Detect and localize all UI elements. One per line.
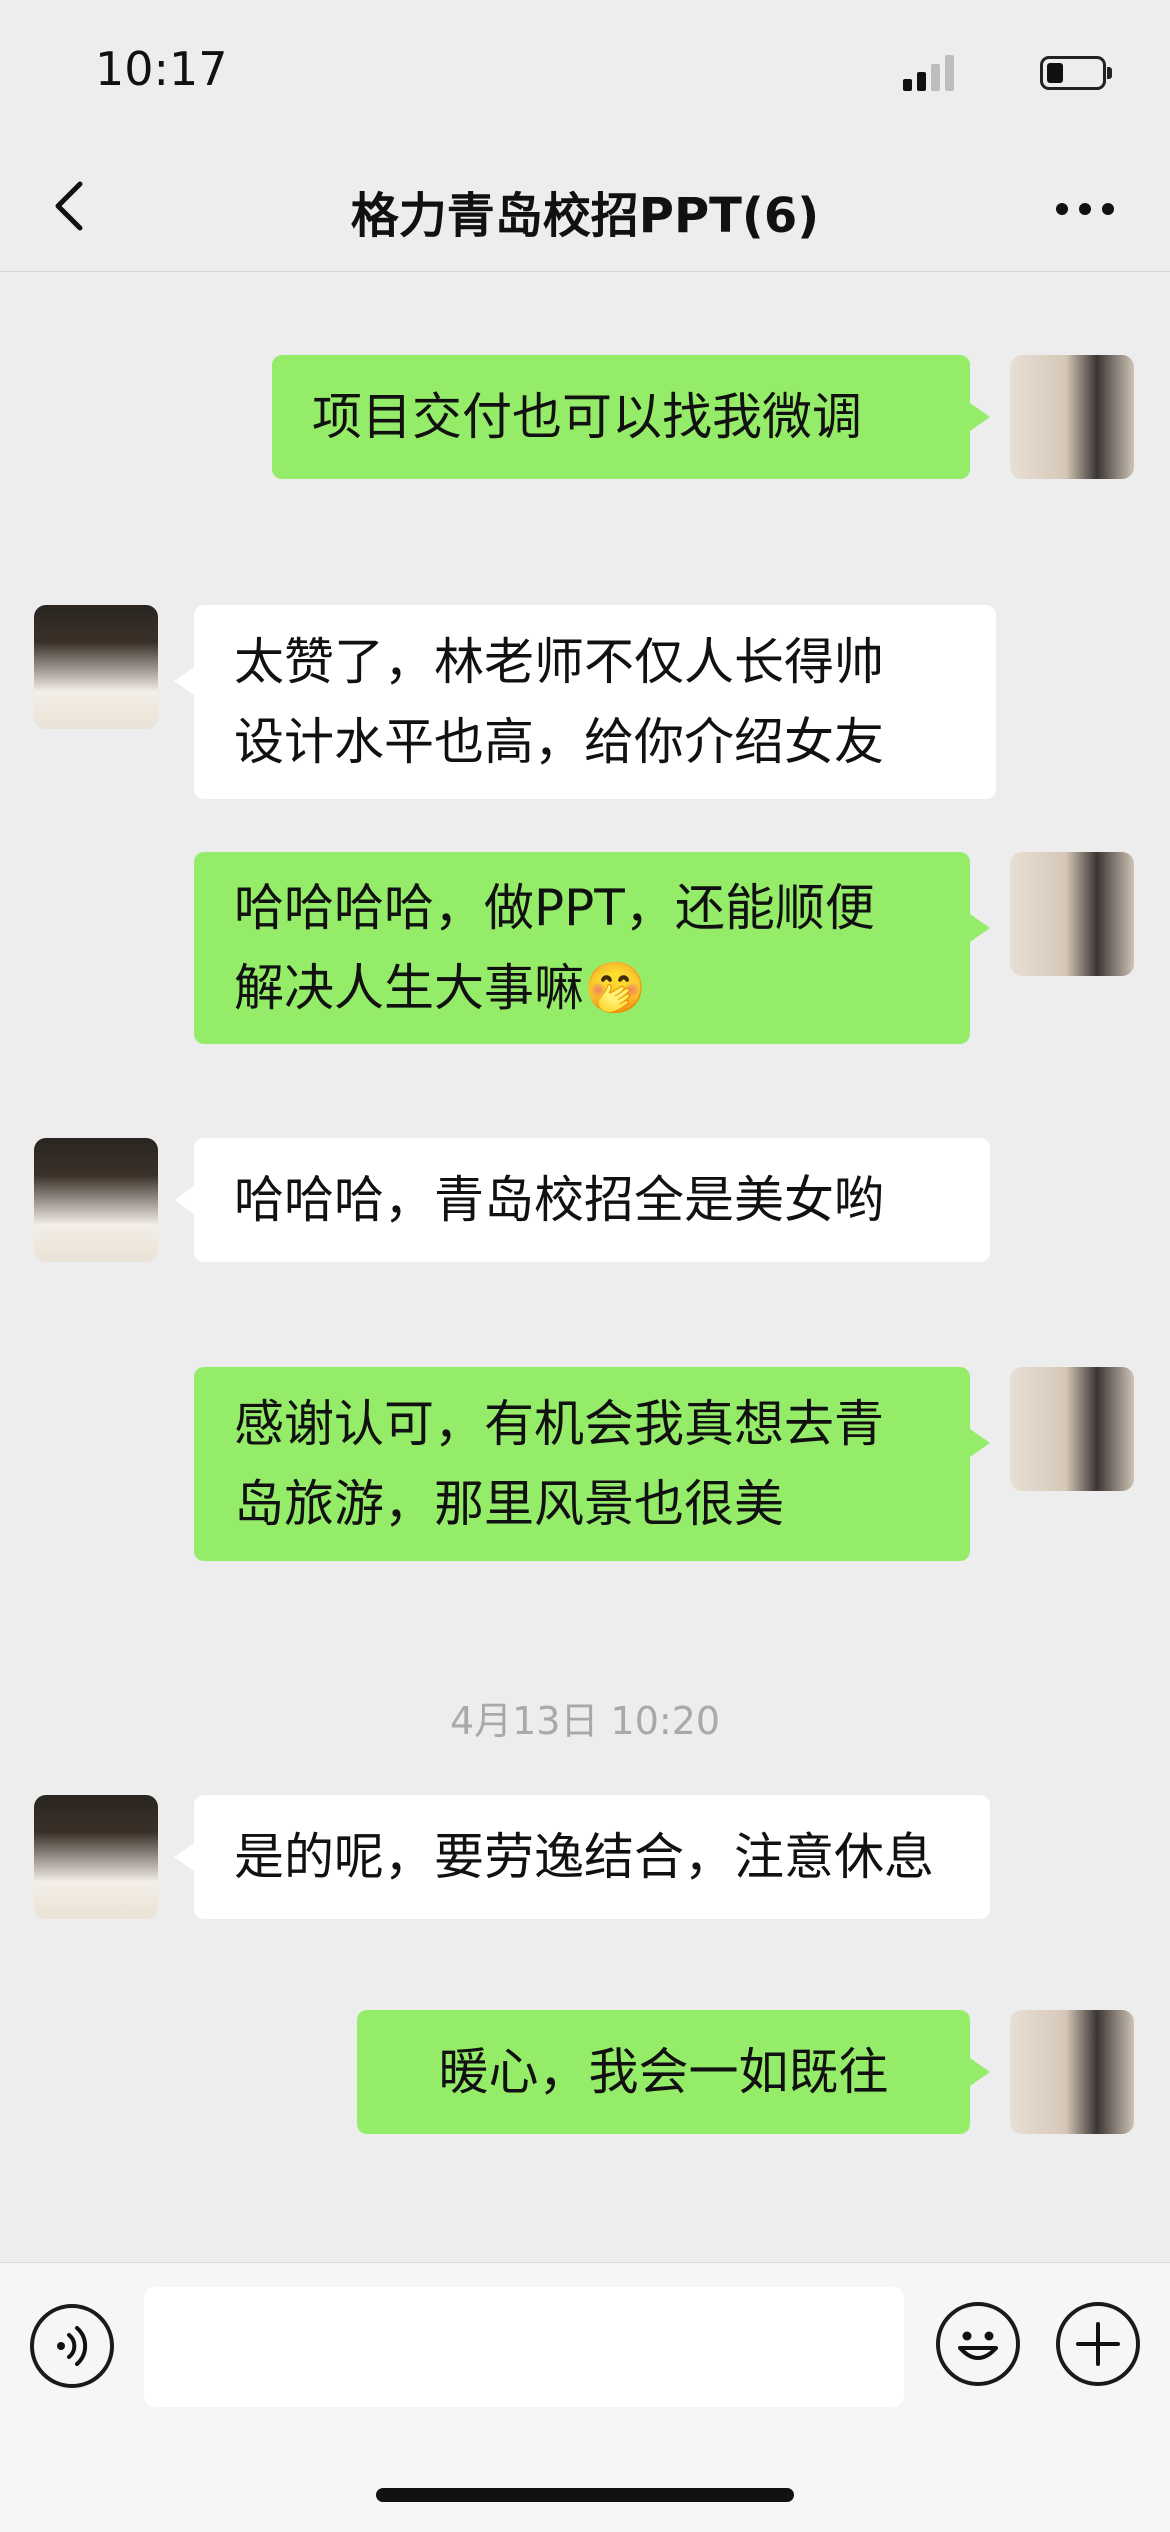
my-avatar[interactable] [1010, 355, 1134, 479]
message-text-line: 感谢认可，有机会我真想去青 [234, 1395, 884, 1453]
status-bar: 10:17 [0, 0, 1170, 150]
plus-icon[interactable] [1056, 2302, 1140, 2386]
message-text: 暖心，我会一如既往 [438, 2043, 889, 2101]
chat-header: 格力青岛校招PPT(6) [0, 150, 1170, 272]
cellular-signal-icon [903, 55, 957, 91]
chat-title: 格力青岛校招PPT(6) [350, 188, 820, 244]
my-avatar[interactable] [1010, 852, 1134, 976]
more-dots-icon[interactable] [1050, 184, 1120, 234]
message-text: 项目交付也可以找我微调 [312, 388, 862, 446]
contact-avatar[interactable] [34, 1795, 158, 1919]
message-text-line: 太赞了，林老师不仅人长得帅 [234, 633, 884, 691]
home-indicator[interactable] [376, 2488, 794, 2502]
message-timestamp: 4月13日 10:20 [449, 1699, 721, 1743]
message-text: 哈哈哈，青岛校招全是美女哟 [234, 1171, 884, 1229]
my-avatar[interactable] [1010, 1367, 1134, 1491]
message-text-line: 哈哈哈哈，做PPT，还能顺便 [234, 879, 875, 937]
message-bubble-mine[interactable]: 哈哈哈哈，做PPT，还能顺便 解决人生大事嘛🤭 [194, 852, 990, 1044]
emoji-icon[interactable] [936, 2302, 1020, 2386]
status-time: 10:17 [95, 42, 228, 96]
message-input[interactable] [144, 2287, 904, 2407]
message-bubble-mine[interactable]: 暖心，我会一如既往 [357, 2010, 990, 2134]
message-text-line: 解决人生大事嘛🤭 [234, 959, 647, 1017]
voice-icon[interactable] [30, 2304, 114, 2388]
message-bubble-other[interactable]: 哈哈哈，青岛校招全是美女哟 [174, 1138, 990, 1262]
message-text-line: 设计水平也高，给你介绍女友 [234, 713, 884, 771]
message-text-line: 岛旅游，那里风景也很美 [234, 1475, 784, 1533]
message-bubble-other[interactable]: 是的呢，要劳逸结合，注意休息 [174, 1795, 990, 1919]
contact-avatar[interactable] [34, 1138, 158, 1262]
battery-fill [1047, 63, 1063, 83]
message-text: 是的呢，要劳逸结合，注意休息 [234, 1828, 934, 1886]
my-avatar[interactable] [1010, 2010, 1134, 2134]
message-bubble-other[interactable]: 太赞了，林老师不仅人长得帅 设计水平也高，给你介绍女友 [174, 605, 996, 799]
contact-avatar[interactable] [34, 605, 158, 729]
battery-icon [1040, 56, 1112, 90]
message-bubble-mine[interactable]: 项目交付也可以找我微调 [272, 355, 990, 479]
message-bubble-mine[interactable]: 感谢认可，有机会我真想去青 岛旅游，那里风景也很美 [194, 1367, 990, 1561]
